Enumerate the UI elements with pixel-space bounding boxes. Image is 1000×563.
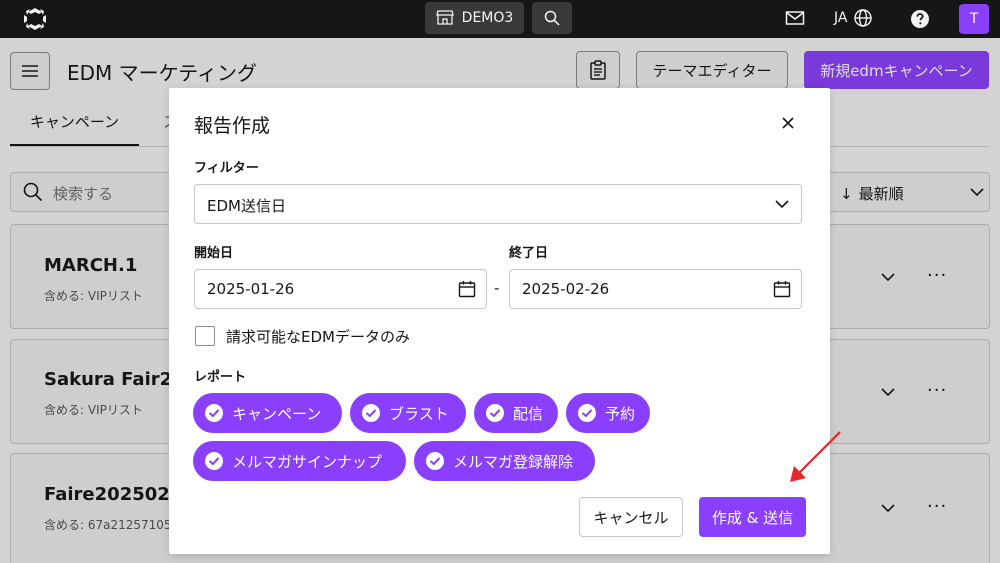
top-bar: DEMO3 JA T [0,0,1000,38]
report-chip-label: 配信 [513,404,544,423]
checkmark-icon [205,452,223,470]
end-date-value: 2025-02-26 [522,280,610,298]
report-chip-newsletter-unsubscribe[interactable]: メルマガ登録解除 [414,441,595,481]
report-chip-label: キャンペーン [232,404,322,423]
store-selector-button[interactable]: DEMO3 [425,2,524,34]
calendar-icon[interactable] [773,280,791,298]
filter-value: EDM送信日 [207,197,286,215]
checkmark-icon [426,452,444,470]
checkmark-icon [486,404,504,422]
filter-select[interactable]: EDM送信日 [194,184,802,224]
end-date-input[interactable]: 2025-02-26 [509,269,802,309]
checkmark-icon [362,404,380,422]
start-date-value: 2025-01-26 [207,280,295,298]
user-avatar[interactable]: T [959,4,989,34]
help-icon[interactable] [910,9,930,29]
language-code: JA [834,10,848,26]
report-chip-reservation[interactable]: 予約 [566,393,650,433]
report-chip-campaign[interactable]: キャンペーン [193,393,342,433]
cancel-button[interactable]: キャンセル [579,497,683,537]
checkmark-icon [578,404,596,422]
report-chip-blast[interactable]: ブラスト [350,393,466,433]
store-name: DEMO3 [461,10,514,26]
report-chip-label: ブラスト [389,404,449,423]
global-search-button[interactable] [532,2,572,34]
store-icon [435,10,454,25]
report-chip-label: 予約 [605,404,636,423]
globe-icon [854,9,873,27]
report-chip-label: メルマガサインナップ [232,452,383,471]
billable-only-label[interactable]: 請求可能なEDMデータのみ [226,326,410,347]
start-date-label: 開始日 [194,246,234,261]
close-icon[interactable] [778,113,798,133]
checkmark-icon [205,404,223,422]
search-icon [544,10,560,26]
start-date-input[interactable]: 2025-01-26 [194,269,487,309]
billable-only-checkbox[interactable] [195,326,215,346]
app-logo-icon[interactable] [22,6,48,32]
mail-icon[interactable] [785,9,805,27]
create-and-send-button[interactable]: 作成 & 送信 [699,497,806,537]
calendar-icon[interactable] [458,280,476,298]
reports-label: レポート [194,370,247,385]
report-chip-delivery[interactable]: 配信 [474,393,558,433]
chevron-down-icon [775,200,789,209]
create-report-modal: 報告作成 フィルター EDM送信日 開始日 終了日 2025-01-26 - 2… [169,88,830,554]
annotation-arrow-icon [790,431,841,482]
end-date-label: 終了日 [509,246,549,261]
filter-label: フィルター [194,161,259,176]
report-chip-newsletter-signup[interactable]: メルマガサインナップ [193,441,406,481]
language-selector[interactable]: JA [834,8,873,28]
report-chip-label: メルマガ登録解除 [453,452,574,471]
modal-title: 報告作成 [194,115,271,137]
date-separator: - [494,279,500,297]
